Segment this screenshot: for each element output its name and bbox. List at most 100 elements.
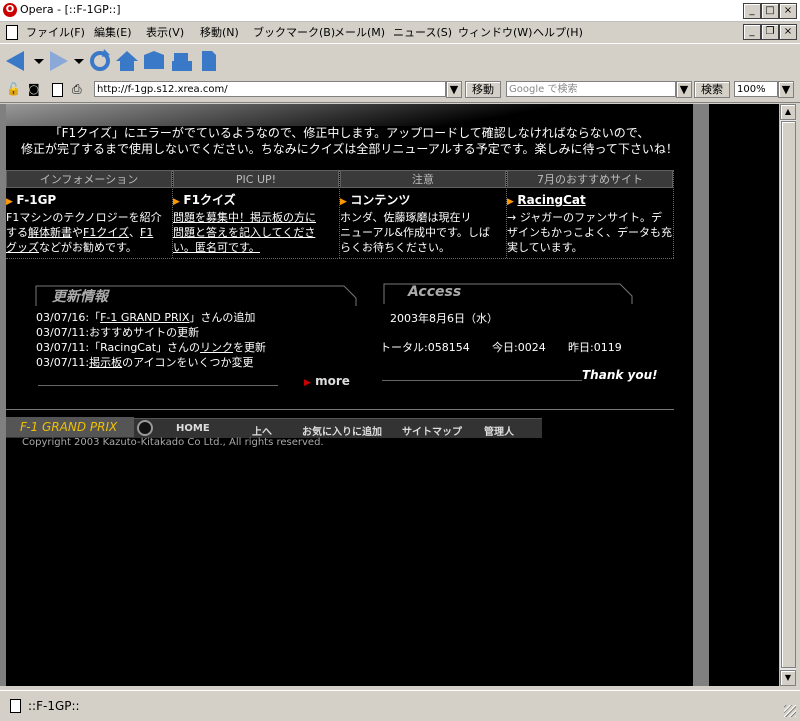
text: 」さんの追加 xyxy=(189,311,256,324)
pickup-link-line-1[interactable]: 問題を募集中！掲示板の方に xyxy=(173,210,339,225)
pickup-link-line-2[interactable]: 問題と答えを記入してくださ xyxy=(173,225,339,240)
menu-file[interactable]: ファイル(F) xyxy=(26,24,85,40)
mdi-minimize-button[interactable]: _ xyxy=(743,24,761,40)
access-underline xyxy=(382,380,582,381)
scroll-down-icon[interactable]: ▼ xyxy=(780,670,796,686)
new-page-icon[interactable] xyxy=(52,83,63,97)
minimize-button[interactable]: _ xyxy=(743,3,761,19)
column-information: ▶ F-1GP F1マシンのテクノロジーを紹介 する解体新書やF1クイズ、F1 … xyxy=(6,193,172,255)
link-page-link[interactable]: リンク xyxy=(200,341,233,354)
column-head-information: インフォメーション xyxy=(6,170,172,188)
text: する xyxy=(6,226,28,239)
f1-goods-link-part1[interactable]: F1 xyxy=(140,226,153,239)
column-divider xyxy=(673,170,675,258)
bbs-link[interactable]: 掲示板 xyxy=(89,356,122,369)
mdi-close-button[interactable]: × xyxy=(779,24,797,40)
more-link[interactable]: ▶ more xyxy=(304,374,350,388)
access-today: 今日:0024 xyxy=(492,341,546,354)
triangle-bullet-icon: ▶ xyxy=(173,197,180,207)
back-icon[interactable] xyxy=(4,49,48,73)
access-total: トータル:058154 xyxy=(380,341,470,354)
f1-grand-prix-link[interactable]: F-1 GRAND PRIX xyxy=(100,311,189,324)
triangle-bullet-icon: ▶ xyxy=(304,378,311,388)
status-text: ::F-1GP:: xyxy=(28,699,80,713)
printer-icon[interactable]: ⎙ xyxy=(72,82,82,97)
list-item: 03/07/11:おすすめサイトの更新 xyxy=(36,325,336,340)
text: 、 xyxy=(129,226,140,239)
zoom-dropdown-icon[interactable]: ▼ xyxy=(778,81,794,98)
menu-view[interactable]: 表示(V) xyxy=(146,24,184,40)
close-button[interactable]: × xyxy=(779,3,797,19)
f1-quiz-link[interactable]: F1クイズ xyxy=(83,226,129,239)
column-line: ホンダ、佐藤琢磨は現在リ xyxy=(340,211,472,224)
address-dropdown-icon[interactable]: ▼ xyxy=(446,81,462,98)
camera-icon[interactable]: ◙ xyxy=(28,82,40,96)
racingcat-link[interactable]: RacingCat xyxy=(517,193,585,207)
zoom-select[interactable]: 100% xyxy=(734,81,778,97)
footer-up-link[interactable]: 上へ xyxy=(252,423,272,438)
footer-circle-icon xyxy=(137,420,153,436)
column-line: ニューアル&作成中です。しば xyxy=(340,226,490,239)
text: 03/07/16:「 xyxy=(36,311,101,324)
window-title: Opera - [::F-1GP::] xyxy=(20,3,121,16)
thank-you-label: Thank you! xyxy=(582,368,658,382)
list-item: 03/07/16:「F-1 GRAND PRIX」さんの追加 xyxy=(36,310,336,325)
go-button[interactable]: 移動 xyxy=(465,81,501,98)
navigation-toolbar xyxy=(0,43,800,79)
document-icon xyxy=(6,25,18,40)
menu-window[interactable]: ウィンドウ(W) xyxy=(458,24,532,40)
menu-bookmarks[interactable]: ブックマーク(B) xyxy=(253,24,335,40)
pickup-link-line-3[interactable]: い。匿名可です。 xyxy=(173,240,339,255)
text: 03/07/11: xyxy=(36,356,90,369)
footer-sitemap-link[interactable]: サイトマップ xyxy=(402,423,462,438)
menu-navigate[interactable]: 移動(N) xyxy=(200,24,239,40)
footer-admin-link[interactable]: 管理人 xyxy=(484,423,514,438)
forward-icon[interactable] xyxy=(48,49,88,73)
column-head-caution: 注意 xyxy=(340,170,506,188)
column-line: → ジャガーのファンサイト。デ xyxy=(507,211,662,224)
column-line: らくお待ちください。 xyxy=(340,241,450,254)
search-engine-dropdown-icon[interactable]: ▼ xyxy=(676,81,692,98)
text: や xyxy=(72,226,83,239)
column-line: 実しています。 xyxy=(507,241,583,254)
footer-separator xyxy=(6,409,674,410)
scroll-up-icon[interactable]: ▲ xyxy=(780,104,796,120)
column-line: グッズなどがお勧めです。 xyxy=(6,240,172,255)
page-icon[interactable] xyxy=(198,49,218,73)
column-head-pickup: PIC UP! xyxy=(173,170,339,188)
opera-app-icon: O xyxy=(3,3,17,17)
copyright-text: Copyright 2003 Kazuto-Kitakado Co Ltd., … xyxy=(22,437,324,448)
address-input[interactable]: http://f-1gp.s12.xrea.com/ xyxy=(94,81,446,97)
footer-favorite-link[interactable]: お気に入りに追加 xyxy=(302,423,382,438)
column-title: コンテンツ xyxy=(350,193,411,207)
maximize-button[interactable]: □ xyxy=(761,3,779,19)
column-pickup: ▶ F1クイズ 問題を募集中！掲示板の方に 問題と答えを記入してくださ い。匿名… xyxy=(173,193,339,255)
search-input[interactable]: Google で検索 xyxy=(506,81,676,97)
menu-news[interactable]: ニュース(S) xyxy=(393,24,452,40)
menu-help[interactable]: ヘルプ(H) xyxy=(533,24,583,40)
page-right-panel xyxy=(709,104,779,686)
menu-mail[interactable]: メール(M) xyxy=(334,24,385,40)
address-toolbar: 🔓 ◙ ⎙ http://f-1gp.s12.xrea.com/ ▼ 移動 Go… xyxy=(0,78,800,103)
search-button[interactable]: 検索 xyxy=(694,81,730,98)
f1-goods-link-part2[interactable]: グッズ xyxy=(6,241,39,254)
footer-home-link[interactable]: HOME xyxy=(176,423,210,434)
column-line: F1マシンのテクノロジーを紹介 xyxy=(6,211,162,224)
hotlist-icon[interactable] xyxy=(142,49,166,73)
text: 03/07/11:おすすめサイトの更新 xyxy=(36,326,200,339)
column-line: ザインもかっこよく、データも充 xyxy=(507,226,672,239)
menu-edit[interactable]: 編集(E) xyxy=(94,24,132,40)
column-recommend: ▶ RacingCat → ジャガーのファンサイト。デ ザインもかっこよく、デー… xyxy=(507,193,673,255)
kaitai-shinsho-link[interactable]: 解体新書 xyxy=(28,226,72,239)
print-icon[interactable] xyxy=(170,49,194,73)
scroll-thumb[interactable] xyxy=(781,121,796,668)
reload-icon[interactable] xyxy=(88,49,112,73)
text: を更新 xyxy=(233,341,267,354)
access-date: 2003年8月6日（水） xyxy=(390,312,498,325)
resize-grip[interactable] xyxy=(784,705,796,717)
home-icon[interactable] xyxy=(114,49,140,73)
column-head-recommend: 7月のおすすめサイト xyxy=(507,170,673,188)
mdi-restore-button[interactable]: ❐ xyxy=(761,24,779,40)
security-lock-icon[interactable]: 🔓 xyxy=(6,82,21,96)
vertical-scrollbar[interactable]: ▲ ▼ xyxy=(779,104,796,686)
